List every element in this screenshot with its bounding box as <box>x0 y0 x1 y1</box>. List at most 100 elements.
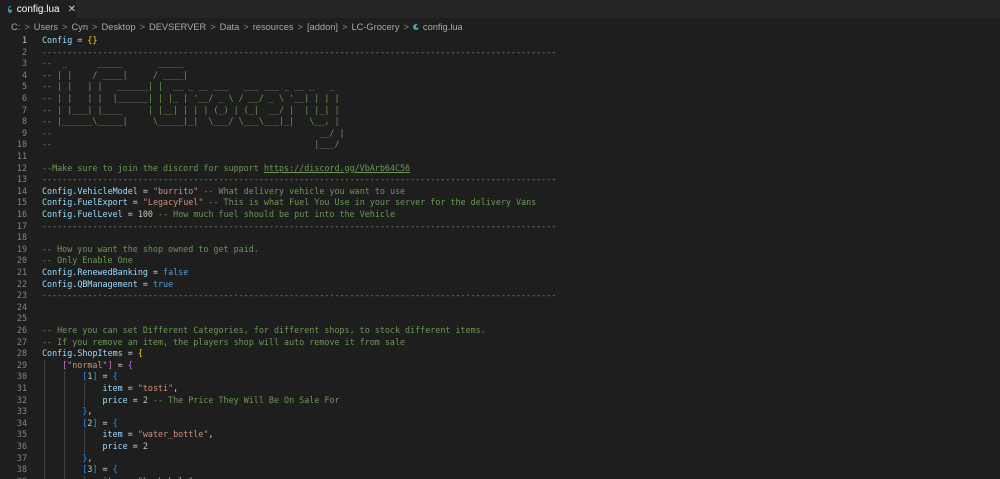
code-line: 18 <box>0 232 1000 244</box>
breadcrumb-segment[interactable]: Users <box>34 22 58 32</box>
breadcrumb-segment[interactable]: [addon] <box>307 22 338 32</box>
breadcrumb-segment[interactable]: Desktop <box>101 22 135 32</box>
code-token: = <box>147 267 164 277</box>
line-number: 6 <box>21 93 27 103</box>
code-token: "burrito" <box>152 185 199 196</box>
code-line: 3 -- _ _____ _____ <box>0 58 1000 70</box>
code-line: 22 Config.QBManagement = true <box>0 279 1000 291</box>
line-number: 38 <box>16 464 27 475</box>
code-token: = <box>122 348 138 359</box>
line-number: 24 <box>16 301 27 312</box>
line-number: 7 <box>21 104 27 115</box>
code-token: VehicleModel <box>77 185 138 196</box>
line-number: 2 <box>21 46 27 57</box>
code-line: 5 -- | | | | ______| | __ _ __ ___ ___ __… <box>0 81 1000 93</box>
code-line: 8 -- |______\_____| \_____|_| \___/ \___\… <box>0 116 1000 128</box>
line-number: 13 <box>16 174 27 185</box>
line-code: price = 2 -- The Price They Will Be On S… <box>42 395 340 407</box>
breadcrumb-segment[interactable]: Cyn <box>71 22 88 32</box>
code-token: ----------------------------------------… <box>42 174 557 185</box>
code-line: 12 --Make sure to join the discord for su… <box>0 163 1000 175</box>
code-token: = <box>97 464 113 475</box>
breadcrumb-segment[interactable]: resources <box>253 22 294 32</box>
code-token: -- | | / ____| / ____| <box>42 69 189 80</box>
code-editor[interactable]: 1 Config = {} 2 ---------------------------… <box>0 34 1000 479</box>
code-token: = <box>97 371 113 382</box>
line-code: }, <box>42 453 92 465</box>
line-number: 1 <box>21 35 27 45</box>
line-code: -- Only Enable One <box>42 255 133 267</box>
breadcrumb-file[interactable]: config.lua <box>412 22 463 32</box>
discord-link[interactable]: https://discord.gg/VbArb64C56 <box>264 163 410 173</box>
code-line: 33 }, <box>0 406 1000 418</box>
code-token: -- How much fuel should be put into the … <box>152 209 396 219</box>
line-code: Config.QBManagement = true <box>42 279 173 291</box>
line-code: -- | |___| |____ | |__| | | | (_) | (_| … <box>42 105 340 117</box>
code-line: 15 Config.FuelExport = "LegacyFuel" -- Th… <box>0 197 1000 209</box>
code-line: 27 -- If you remove an item, the players … <box>0 337 1000 349</box>
line-number: 30 <box>16 371 27 382</box>
line-code: Config.FuelExport = "LegacyFuel" -- This… <box>42 197 536 209</box>
line-number: 18 <box>16 232 27 243</box>
code-token: -- _ _____ _____ <box>42 58 184 69</box>
code-line: 6 -- | | | | |______| | |_ | '__/ _ \ / _… <box>0 93 1000 105</box>
code-token: "water_bottle" <box>137 429 209 440</box>
code-token: = <box>137 278 153 289</box>
line-code: [1] = { <box>42 371 117 383</box>
line-code: Config.FuelLevel = 100 -- How much fuel … <box>42 209 395 221</box>
code-line: 20 -- Only Enable One <box>0 255 1000 267</box>
line-code: price = 2 <box>42 441 148 453</box>
line-number: 4 <box>21 69 27 80</box>
lua-file-icon <box>8 5 12 13</box>
line-number: 16 <box>16 209 27 219</box>
code-token: Config <box>42 35 73 45</box>
line-code: Config.RenewedBanking = false <box>42 267 188 279</box>
breadcrumb-separator: > <box>24 21 30 32</box>
breadcrumb-segment[interactable]: Data <box>220 22 240 32</box>
lua-file-icon <box>412 23 419 30</box>
line-number: 9 <box>21 127 27 138</box>
line-code: Config.ShopItems = { <box>42 348 143 360</box>
line-code: Config = {} <box>42 35 98 47</box>
line-code: -- If you remove an item, the players sh… <box>42 337 405 349</box>
code-token: = <box>127 441 143 451</box>
code-line: 38 [3] = { <box>0 464 1000 476</box>
line-number: 11 <box>16 151 27 161</box>
line-code: -- | | / ____| / ____| <box>42 70 188 82</box>
line-code: -- |______\_____| \_____|_| \___/ \___\_… <box>42 116 340 128</box>
code-line: 31 item = "tosti", <box>0 383 1000 395</box>
tab-config-lua[interactable]: config.lua ✕ <box>0 0 76 18</box>
line-number: 14 <box>16 185 27 196</box>
code-token: = <box>72 35 88 45</box>
code-token: Config <box>42 197 73 208</box>
code-token: "normal" <box>67 359 108 370</box>
code-token: , <box>87 452 93 463</box>
line-code: -- | | | | ______| | __ _ __ ___ ___ ___… <box>42 81 334 93</box>
breadcrumb-segment[interactable]: C: <box>11 22 20 32</box>
code-line: 30 [1] = { <box>0 371 1000 383</box>
code-token: -- | |___| |____ | |__| | | | (_) | (_| … <box>42 104 340 115</box>
code-token: Config <box>42 348 73 359</box>
code-token: { <box>127 359 133 370</box>
breadcrumb: C: > Users > Cyn > Desktop > DEVSERVER > Data > reso… <box>0 19 1000 34</box>
code-line: 16 Config.FuelLevel = 100 -- How much fue… <box>0 209 1000 221</box>
code-token: , <box>208 429 214 440</box>
line-number: 27 <box>16 336 27 347</box>
code-token: , <box>173 383 179 393</box>
breadcrumb-segment[interactable]: DEVSERVER <box>149 22 206 32</box>
line-code: -- |___/ <box>42 139 340 151</box>
code-line: 35 item = "water_bottle", <box>0 429 1000 441</box>
breadcrumb-segment[interactable]: LC-Grocery <box>351 22 399 32</box>
code-line: 19 -- How you want the shop owned to get … <box>0 244 1000 256</box>
code-line: 17 --------------------------------------… <box>0 221 1000 233</box>
close-icon[interactable]: ✕ <box>68 4 76 15</box>
code-token: ----------------------------------------… <box>42 220 557 231</box>
code-line: 1 Config = {} <box>0 35 1000 47</box>
code-token: { <box>112 464 118 475</box>
code-token: Config <box>42 209 73 219</box>
code-token: price <box>102 441 128 451</box>
